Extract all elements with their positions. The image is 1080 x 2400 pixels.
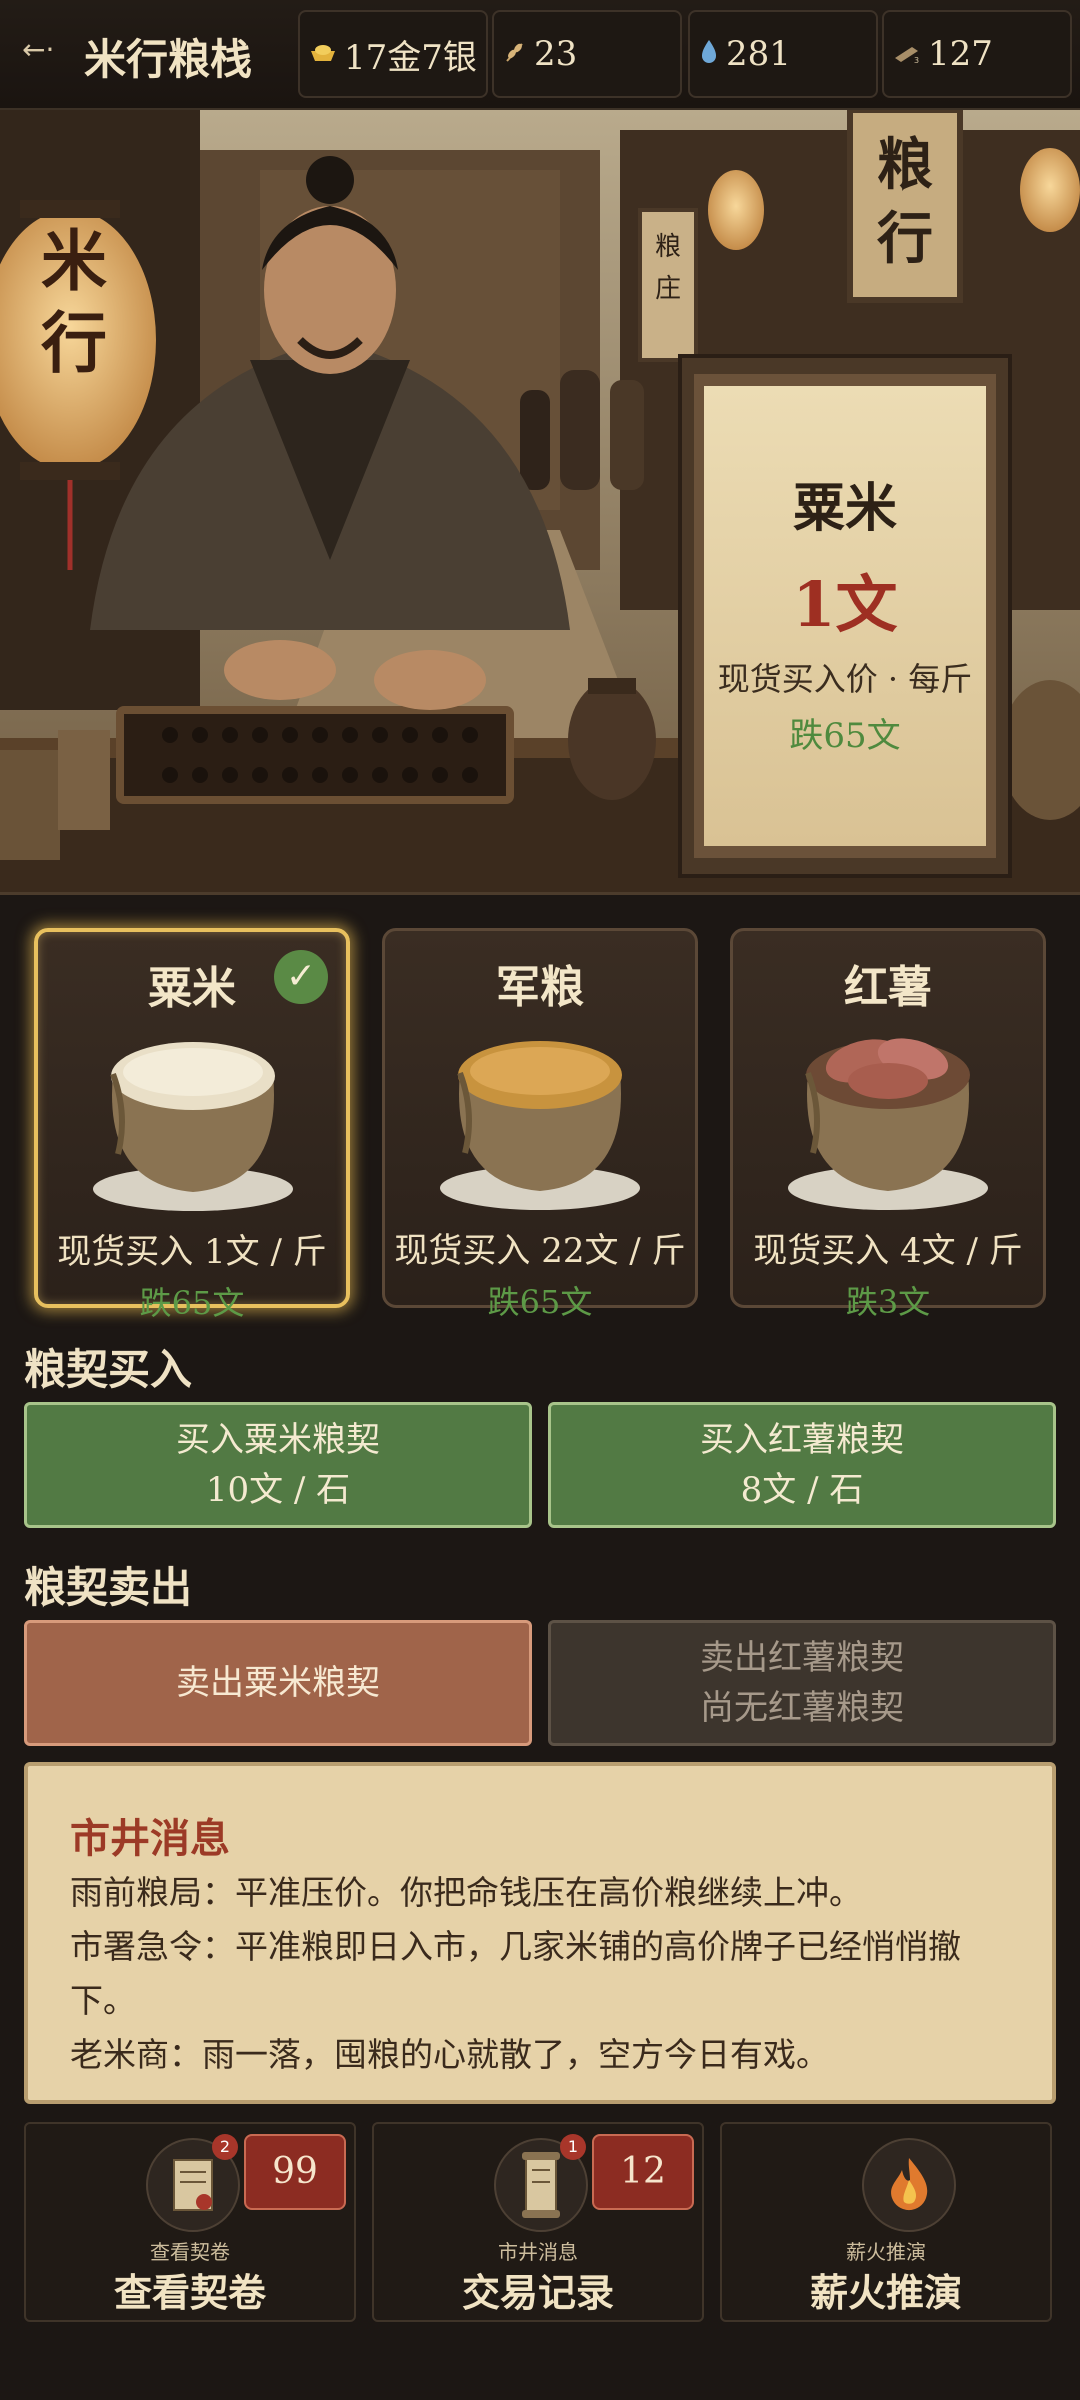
nav-label: 交易记录: [461, 2270, 614, 2315]
svg-text:3: 3: [914, 56, 919, 65]
grain-card-change: 跌3文: [845, 1283, 931, 1321]
news-line: 雨前粮局：平准压价。你把命钱压在高价粮继续上冲。: [70, 1873, 862, 1912]
grain-card-change: 跌65文: [487, 1283, 593, 1321]
gold-stat: 17金7银: [298, 10, 488, 98]
grain-card-millet[interactable]: 粟米 ✓ 现货买入 1文 / 斤 跌65文: [34, 928, 350, 1322]
millet-sack-icon: [93, 1042, 293, 1211]
button-note: 尚无红薯粮契: [700, 1688, 904, 1728]
button-price: 8文 / 石: [740, 1470, 864, 1510]
grain-card-army-rations[interactable]: 军粮 现货买入 22文 / 斤 跌65文: [382, 928, 698, 1321]
news-line: 市署急令：平准粮即日入市，几家米铺的高价牌子已经悄悄撤: [70, 1927, 961, 1966]
market-news-panel: 市井消息 雨前粮局：平准压价。你把命钱压在高价粮继续上冲。 市署急令：平准粮即日…: [24, 1762, 1056, 2104]
grain-card-change: 跌65文: [139, 1284, 245, 1322]
grain-card-price: 现货买入 1文 / 斤: [57, 1232, 327, 1272]
buy-sweet-potato-contract-button[interactable]: 买入红薯粮契 8文 / 石: [548, 1402, 1056, 1528]
nav-view-contracts[interactable]: 2 99 查看契卷 查看契卷: [24, 2122, 356, 2322]
grain-stat: 23: [492, 10, 682, 98]
price-sign: 粟米 1文 现货买入价 · 每斤 跌65文: [710, 386, 980, 826]
distant-shop-sign: 粮庄: [654, 232, 681, 304]
buy-section-title: 粮契买入: [24, 1345, 193, 1394]
grain-card-price: 现货买入 4文 / 斤: [753, 1231, 1023, 1271]
sweet-potato-sack-icon: [788, 1038, 988, 1210]
news-line: 老米商：雨一落，囤粮的心就散了，空方今日有戏。: [70, 2035, 829, 2074]
notification-badge: 2: [212, 2134, 238, 2160]
price-sign-label: 现货买入价 · 每斤: [717, 660, 973, 698]
water-drop-icon: [698, 34, 720, 74]
back-arrow-icon[interactable]: ←·: [22, 30, 62, 70]
page-title: 米行粮栈: [84, 35, 253, 84]
button-label: 买入红薯粮契: [700, 1420, 904, 1460]
record-count: 12: [592, 2134, 694, 2210]
nav-label: 查看契卷: [113, 2270, 266, 2315]
news-line: 下。: [70, 1981, 136, 2020]
top-bar: ←· 米行粮栈 17金7银 23 281 3 127: [0, 0, 1080, 110]
gold-value: 17金7银: [344, 37, 477, 78]
price-sign-price: 1文: [792, 568, 898, 641]
button-label: 卖出粟米粮契: [176, 1663, 380, 1703]
grain-value: 23: [534, 34, 578, 74]
sell-millet-contract-button[interactable]: 卖出粟米粮契: [24, 1620, 532, 1746]
button-label: 买入粟米粮契: [176, 1420, 380, 1460]
nav-trade-records[interactable]: 1 12 市井消息 交易记录: [372, 2122, 704, 2322]
contract-icon: 3: [892, 34, 922, 74]
price-sign-grain-name: 粟米: [792, 478, 897, 539]
button-price: 10文 / 石: [205, 1470, 351, 1510]
nav-caption: 市井消息: [498, 2240, 578, 2264]
buy-millet-contract-button[interactable]: 买入粟米粮契 10文 / 石: [24, 1402, 532, 1528]
nav-caption: 查看契卷: [150, 2240, 230, 2264]
lantern-sign: 米行: [41, 222, 107, 382]
water-value: 281: [726, 34, 791, 74]
grain-card-name: 红薯: [844, 962, 932, 1013]
price-sign-change: 跌65文: [789, 716, 901, 756]
contract-count: 99: [244, 2134, 346, 2210]
news-body: 雨前粮局：平准压价。你把命钱压在高价粮继续上冲。 市署急令：平准粮即日入市，几家…: [70, 1866, 1030, 2082]
grain-icon: [502, 34, 528, 74]
grain-card-price: 现货买入 22文 / 斤: [394, 1231, 686, 1271]
contract-stat: 3 127: [882, 10, 1072, 98]
nav-caption: 薪火推演: [846, 2240, 926, 2264]
army-rations-sack-icon: [440, 1041, 640, 1210]
gold-ingot-icon: [308, 34, 338, 74]
grain-shop-banner: 粮行: [877, 132, 933, 272]
checkmark-icon: ✓: [274, 950, 328, 1004]
water-stat: 281: [688, 10, 878, 98]
notification-badge: 1: [560, 2134, 586, 2160]
news-title: 市井消息: [70, 1815, 230, 1862]
sell-sweet-potato-contract-button[interactable]: 卖出红薯粮契 尚无红薯粮契: [548, 1620, 1056, 1746]
nav-fire-simulation[interactable]: 薪火推演 薪火推演: [720, 2122, 1052, 2322]
button-label: 卖出红薯粮契: [700, 1638, 904, 1678]
hero-scene: 米行 粮行 粮庄 粟米 1文 现货买入价 · 每斤 跌65文: [0, 110, 1080, 895]
grain-card-sweet-potato[interactable]: 红薯 现货买入 4文 / 斤 跌3文: [730, 928, 1046, 1321]
nav-label: 薪火推演: [809, 2270, 962, 2315]
contract-value: 127: [928, 34, 993, 74]
grain-card-name: 军粮: [496, 962, 584, 1013]
sell-section-title: 粮契卖出: [24, 1563, 193, 1612]
fire-icon: [862, 2138, 956, 2232]
